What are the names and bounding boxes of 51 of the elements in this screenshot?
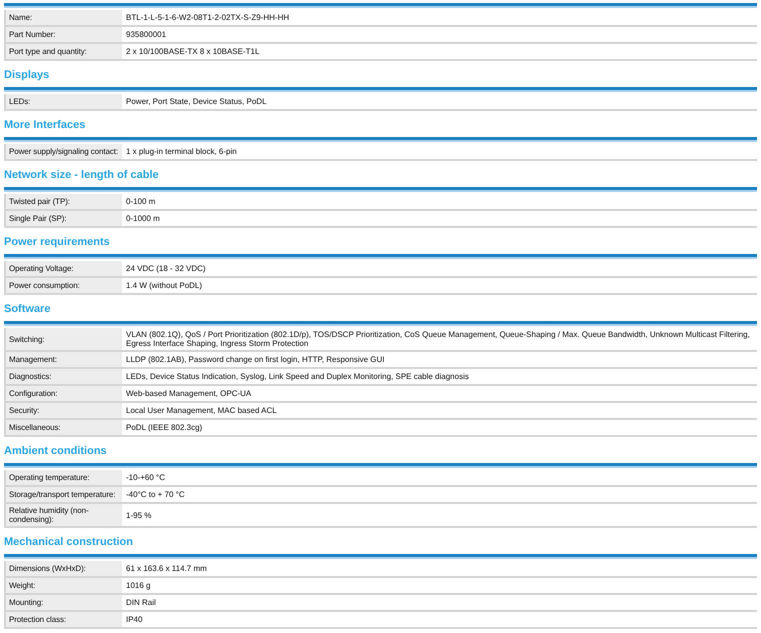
spec-label: Port type and quantity: [4, 44, 122, 59]
spec-value: 24 VDC (18 - 32 VDC) [125, 263, 207, 275]
spec-label: Power supply/signaling contact: [4, 144, 122, 159]
spec-label: Switching: [4, 328, 122, 350]
spec-label: Operating temperature: [4, 470, 122, 485]
spec-value: 935800001 [125, 29, 168, 41]
spec-value: 1.4 W (without PoDL) [125, 280, 204, 292]
spec-value: LEDs, Device Status Indication, Syslog, Link Speed and Duplex Monitoring, SPE cable diagnosis [125, 371, 470, 383]
spec-label: Part Number: [4, 27, 122, 42]
spec-label: Storage/transport temperature: [4, 487, 122, 502]
spec-label: Relative humidity (non-condensing): [4, 504, 122, 526]
spec-label: Twisted pair (TP): [4, 194, 122, 209]
spec-label: Power consumption: [4, 278, 122, 293]
section-heading: Mechanical construction [4, 535, 134, 550]
spec-value: Local User Management, MAC based ACL [125, 405, 278, 417]
spec-value: -10-+60 °C [125, 472, 166, 484]
spec-value: 2 x 10/100BASE-TX 8 x 10BASE-T1L [125, 46, 260, 58]
spec-value: -40°C to + 70 °C [125, 489, 186, 501]
spec-value: VLAN (802.1Q), QoS / Port Prioritization (802.1D/p), TOS/DSCP Prioritization, CoS Queue Management, Queue-Shaping / Max. Queue Bandwidth, Unknown Multicast Filtering, Egress Interface Shaping, Ingress Storm Protection [125, 329, 751, 350]
section-heading: More Interfaces [4, 118, 86, 133]
section-heading: Ambient conditions [4, 444, 108, 459]
spec-label: Management: [4, 352, 122, 367]
spec-label: Protection class: [4, 612, 122, 627]
spec-value: 61 x 163.6 x 114.7 mm [125, 563, 208, 575]
spec-label: Name: [4, 10, 122, 25]
section-heading: Network size - length of cable [4, 168, 160, 183]
spec-label: Miscellaneous: [4, 420, 122, 435]
spec-value: 1-95 % [125, 510, 152, 522]
spec-value: Web-based Management, OPC-UA [125, 388, 252, 400]
spec-label: Configuration: [4, 386, 122, 401]
spec-value: 1 x plug-in terminal block, 6-pin [125, 146, 238, 158]
spec-label: Mounting: [4, 595, 122, 610]
spec-label: Operating Voltage: [4, 261, 122, 276]
spec-label: Diagnostics: [4, 369, 122, 384]
spec-value: 0-1000 m [125, 213, 161, 225]
spec-value: 0-100 m [125, 196, 156, 208]
spec-label: LEDs: [4, 94, 122, 109]
section-heading: Power requirements [4, 235, 111, 250]
section-heading: Displays [4, 68, 50, 83]
spec-value: Power, Port State, Device Status, PoDL [125, 96, 268, 108]
section-heading: Software [4, 302, 52, 317]
spec-label: Dimensions (WxHxD): [4, 561, 122, 576]
spec-value: LLDP (802.1AB), Password change on first login, HTTP, Responsive GUI [125, 354, 386, 366]
spec-label: Security: [4, 403, 122, 418]
spec-value: 1016 g [125, 580, 152, 592]
spec-value: BTL-1-L-5-1-6-W2-08T1-2-02TX-S-Z9-HH-HH [125, 12, 290, 24]
spec-label: Weight: [4, 578, 122, 593]
spec-label: Single Pair (SP): [4, 211, 122, 226]
spec-value: DIN Rail [125, 597, 157, 609]
spec-value: PoDL (IEEE 802.3cg) [125, 422, 204, 434]
spec-value: IP40 [125, 614, 144, 626]
